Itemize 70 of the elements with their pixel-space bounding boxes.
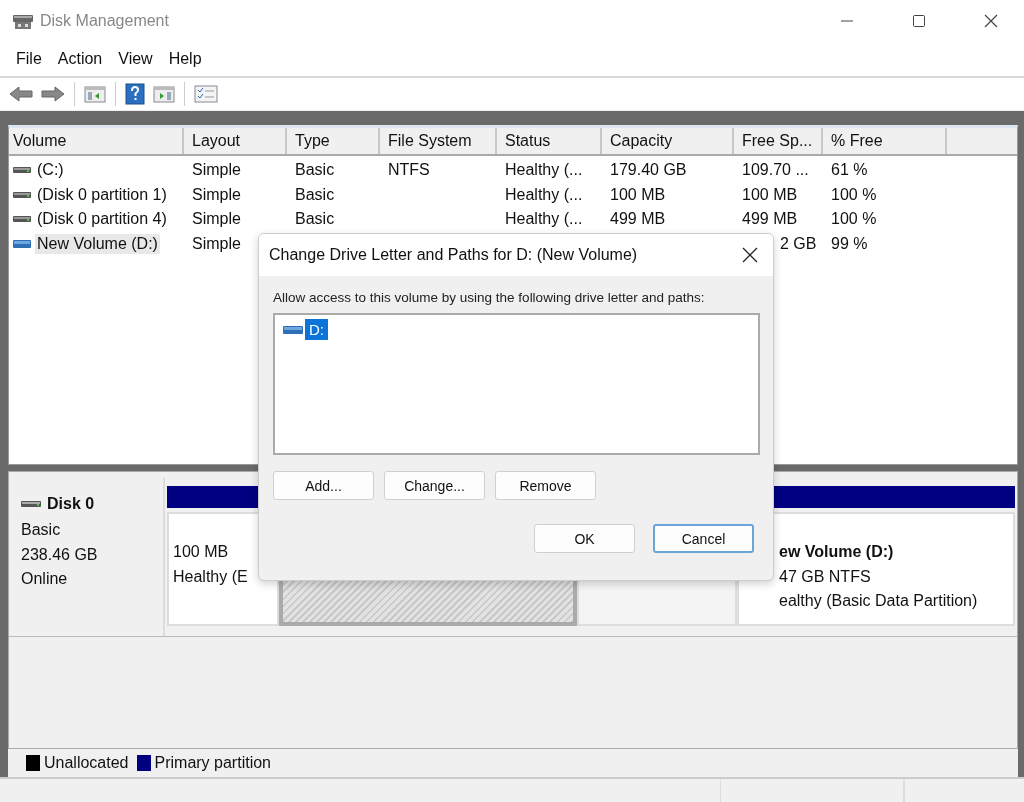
dialog-title: Change Drive Letter and Paths for D: (New Volume) bbox=[269, 246, 639, 264]
legend-label: Unallocated bbox=[44, 754, 129, 772]
drive-icon bbox=[13, 214, 31, 225]
drive-entry[interactable]: New Volume (D:) bbox=[35, 233, 160, 254]
drive-icon bbox=[13, 238, 31, 249]
path-item[interactable]: D: bbox=[305, 319, 328, 340]
table-cell: Simple bbox=[192, 234, 241, 253]
table-cell: Basic bbox=[295, 210, 335, 229]
table-cell: Simple bbox=[192, 210, 241, 229]
table-cell: 99 % bbox=[831, 234, 868, 253]
partition-detail: Healthy (E bbox=[173, 566, 249, 587]
menu-item[interactable]: File bbox=[8, 50, 50, 68]
back-icon bbox=[9, 84, 33, 104]
dialog-button[interactable]: Remove bbox=[495, 471, 596, 500]
forward-icon bbox=[41, 84, 65, 104]
instruction-text: Allow access to this volume by using the following drive letter and paths: bbox=[273, 290, 706, 305]
drive-entry[interactable]: (C:) bbox=[35, 160, 66, 181]
dialog-button[interactable]: OK bbox=[534, 524, 635, 553]
checklist-button[interactable] bbox=[191, 83, 221, 105]
table-cell: 100 MB bbox=[742, 185, 798, 204]
window-title: Disk Management bbox=[40, 12, 169, 30]
partition-block[interactable]: ew Volume (D:) 47 GB NTFS ealthy (Basic Data Partition) bbox=[737, 512, 1015, 626]
table-cell: Healthy (... bbox=[505, 210, 583, 229]
disk-detail: 238.46 GB bbox=[21, 544, 99, 565]
table-cell: Basic bbox=[295, 161, 335, 180]
maximize-icon bbox=[912, 14, 926, 28]
legend-label: Primary partition bbox=[154, 754, 271, 772]
checklist-icon bbox=[194, 85, 218, 103]
drive-entry[interactable]: (Disk 0 partition 4) bbox=[35, 209, 169, 230]
partition-detail: 47 GB NTFS bbox=[779, 566, 872, 587]
table-cell: Simple bbox=[192, 161, 241, 180]
panel-button[interactable] bbox=[81, 83, 109, 105]
drive-icon bbox=[13, 189, 31, 200]
table-cell: 499 MB bbox=[610, 210, 666, 229]
disk-name: Disk 0 bbox=[47, 495, 95, 513]
table-cell: 100 % bbox=[831, 185, 877, 204]
table-cell: Basic bbox=[295, 185, 335, 204]
help-icon bbox=[125, 83, 145, 105]
close-icon bbox=[742, 247, 758, 263]
disk-detail: Online bbox=[21, 569, 69, 589]
close-icon bbox=[984, 14, 998, 28]
drive-icon bbox=[13, 165, 31, 176]
partition-detail: ealthy (Basic Data Partition) bbox=[779, 591, 979, 611]
menu-item[interactable]: Help bbox=[160, 50, 210, 68]
table-cell: 100 % bbox=[831, 210, 877, 229]
table-cell: 499 MB bbox=[742, 210, 798, 229]
menu-item[interactable]: Action bbox=[49, 50, 111, 68]
help-button[interactable] bbox=[122, 81, 148, 107]
drive-icon bbox=[283, 324, 303, 335]
table-cell: 109.70 ... bbox=[742, 161, 809, 180]
table-cell: Healthy (... bbox=[505, 161, 583, 180]
disk-management-icon bbox=[12, 12, 34, 30]
table-cell: 100 MB bbox=[610, 185, 666, 204]
menu-item[interactable]: View bbox=[110, 50, 161, 68]
partition-detail: 100 MB bbox=[173, 542, 230, 562]
dialog-button[interactable]: Cancel bbox=[653, 524, 754, 553]
table-cell: Healthy (... bbox=[505, 185, 583, 204]
partition-title: ew Volume (D:) bbox=[779, 542, 895, 562]
table-cell-text: 2 GB bbox=[779, 234, 817, 253]
panel-icon bbox=[84, 85, 106, 103]
drive-icon bbox=[21, 500, 41, 508]
dialog-button[interactable]: Add... bbox=[273, 471, 374, 500]
table-cell: NTFS bbox=[388, 161, 430, 180]
drive-entry[interactable]: (Disk 0 partition 1) bbox=[35, 184, 169, 205]
table-cell: Simple bbox=[192, 185, 241, 204]
disk-detail: Basic bbox=[21, 520, 62, 540]
table-cell: 61 % bbox=[831, 161, 868, 180]
panel-icon bbox=[153, 85, 175, 103]
table-cell: 179.40 GB bbox=[610, 161, 687, 180]
dialog-button[interactable]: Change... bbox=[384, 471, 485, 500]
